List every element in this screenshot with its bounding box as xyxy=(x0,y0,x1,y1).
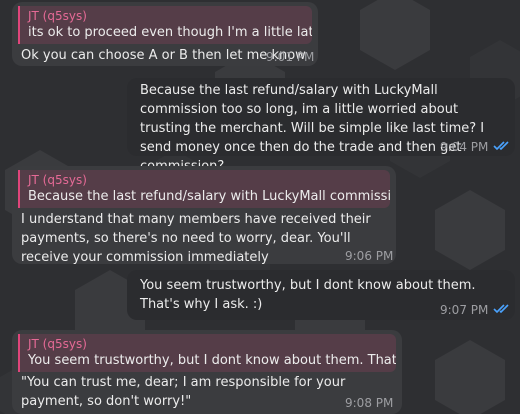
message-time: 9:01 PM xyxy=(266,50,315,64)
message-text: Because the last refund/salary with Luck… xyxy=(140,83,485,174)
message-bubble-incoming[interactable]: JT (q5sys) its ok to proceed even though… xyxy=(12,2,318,66)
message-time: 9:08 PM xyxy=(345,396,394,410)
reply-sender-name: JT (q5sys) xyxy=(28,173,87,187)
message-text: I understand that many members have rece… xyxy=(21,212,371,265)
reply-quote[interactable]: JT (q5sys) Because the last refund/salar… xyxy=(18,170,390,208)
double-check-icon xyxy=(493,304,509,314)
message-text: "You can trust me, dear; I am responsibl… xyxy=(21,375,346,409)
reply-quote[interactable]: JT (q5sys) its ok to proceed even though… xyxy=(18,6,312,44)
message-bubble-incoming[interactable]: JT (q5sys) You seem trustworthy, but I d… xyxy=(12,330,402,414)
reply-quoted-text: You seem trustworthy, but I dont know ab… xyxy=(28,353,396,368)
message-time: 9:06 PM xyxy=(345,249,394,263)
message-time: 9:07 PM xyxy=(440,303,489,317)
reply-quote[interactable]: JT (q5sys) You seem trustworthy, but I d… xyxy=(18,334,396,372)
message-bubble-outgoing[interactable]: Because the last refund/salary with Luck… xyxy=(127,78,515,174)
double-check-icon xyxy=(493,141,509,151)
reply-quoted-text: its ok to proceed even though I'm a litt… xyxy=(28,25,312,40)
reply-sender-name: JT (q5sys) xyxy=(28,9,87,23)
reply-sender-name: JT (q5sys) xyxy=(28,337,87,351)
message-text: Ok you can choose A or B then let me kno… xyxy=(21,48,306,63)
message-bubble-outgoing[interactable]: You seem trustworthy, but I dont know ab… xyxy=(127,270,515,320)
reply-quoted-text: Because the last refund/salary with Luck… xyxy=(28,189,390,204)
message-bubble-incoming[interactable]: JT (q5sys) Because the last refund/salar… xyxy=(12,166,396,265)
message-time: 9:04 PM xyxy=(440,140,489,154)
